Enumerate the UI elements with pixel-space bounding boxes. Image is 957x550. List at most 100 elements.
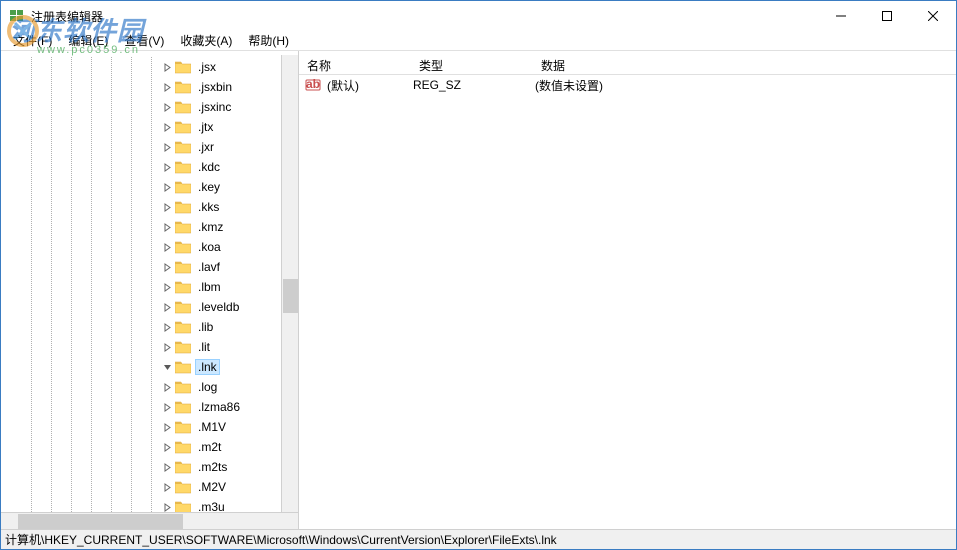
tree-item-label: .kdc xyxy=(195,159,223,175)
tree-item[interactable]: .lit xyxy=(1,337,298,357)
expander-icon[interactable] xyxy=(161,281,173,293)
expander-icon[interactable] xyxy=(161,321,173,333)
expander-icon[interactable] xyxy=(161,181,173,193)
tree-item[interactable]: .lnk xyxy=(1,357,298,377)
tree-item-label: .log xyxy=(195,379,220,395)
tree-item[interactable]: .jxr xyxy=(1,137,298,157)
folder-icon xyxy=(175,480,191,494)
menu-favorites[interactable]: 收藏夹(A) xyxy=(172,30,240,51)
expander-icon[interactable] xyxy=(161,61,173,73)
tree-item-label: .kks xyxy=(195,199,222,215)
tree-item[interactable]: .m3u xyxy=(1,497,298,512)
expander-icon[interactable] xyxy=(161,341,173,353)
tree-item-label: .lavf xyxy=(195,259,223,275)
tree-item[interactable]: .jsxbin xyxy=(1,77,298,97)
column-type[interactable]: 类型 xyxy=(411,55,533,74)
folder-icon xyxy=(175,240,191,254)
folder-icon xyxy=(175,200,191,214)
folder-icon xyxy=(175,420,191,434)
expander-icon[interactable] xyxy=(161,101,173,113)
folder-icon xyxy=(175,440,191,454)
expander-icon[interactable] xyxy=(161,381,173,393)
expander-icon[interactable] xyxy=(161,441,173,453)
scrollbar-thumb[interactable] xyxy=(283,279,298,313)
tree-horizontal-scrollbar[interactable] xyxy=(1,512,298,529)
tree-item-label: .lib xyxy=(195,319,216,335)
statusbar: 计算机\HKEY_CURRENT_USER\SOFTWARE\Microsoft… xyxy=(1,529,956,549)
scrollbar-thumb[interactable] xyxy=(18,514,183,529)
tree-item[interactable]: .key xyxy=(1,177,298,197)
expander-icon[interactable] xyxy=(161,161,173,173)
tree-body[interactable]: .jsx.jsxbin .jsxinc .jtx .jxr .kdc .key .kks .k… xyxy=(1,55,298,512)
tree-item[interactable]: .m2ts xyxy=(1,457,298,477)
tree-item[interactable]: .koa xyxy=(1,237,298,257)
tree-item[interactable]: .lib xyxy=(1,317,298,337)
folder-icon xyxy=(175,320,191,334)
tree-item[interactable]: .jsx xyxy=(1,57,298,77)
expander-icon[interactable] xyxy=(161,301,173,313)
tree-item[interactable]: .kks xyxy=(1,197,298,217)
tree-items: .jsx.jsxbin .jsxinc .jtx .jxr .kdc .key .kks .k… xyxy=(1,57,298,512)
list-row[interactable]: ab(默认)REG_SZ(数值未设置) xyxy=(299,75,956,95)
list-body[interactable]: ab(默认)REG_SZ(数值未设置) xyxy=(299,75,956,529)
tree-item-label: .kmz xyxy=(195,219,226,235)
tree-item[interactable]: .jtx xyxy=(1,117,298,137)
minimize-button[interactable] xyxy=(818,1,864,31)
tree-item[interactable]: .jsxinc xyxy=(1,97,298,117)
svg-text:ab: ab xyxy=(306,77,320,91)
list-header: 名称 类型 数据 xyxy=(299,51,956,75)
menu-view[interactable]: 查看(V) xyxy=(116,30,172,51)
tree-item[interactable]: .kdc xyxy=(1,157,298,177)
expander-icon[interactable] xyxy=(161,481,173,493)
expander-icon[interactable] xyxy=(161,241,173,253)
expander-icon[interactable] xyxy=(161,261,173,273)
status-path: 计算机\HKEY_CURRENT_USER\SOFTWARE\Microsoft… xyxy=(5,531,557,548)
tree-item-label: .jtx xyxy=(195,119,216,135)
menubar: 文件(F) 编辑(E) 查看(V) 收藏夹(A) 帮助(H) xyxy=(1,31,956,51)
expander-icon[interactable] xyxy=(161,201,173,213)
expander-icon[interactable] xyxy=(161,401,173,413)
tree-item[interactable]: .m2t xyxy=(1,437,298,457)
value-data: (数值未设置) xyxy=(533,77,956,94)
folder-icon xyxy=(175,160,191,174)
tree-item-label: .M1V xyxy=(195,419,229,435)
expander-icon[interactable] xyxy=(161,141,173,153)
expander-icon[interactable] xyxy=(161,121,173,133)
folder-icon xyxy=(175,400,191,414)
folder-icon xyxy=(175,340,191,354)
expander-icon[interactable] xyxy=(161,81,173,93)
app-icon xyxy=(9,8,25,24)
tree-item[interactable]: .M1V xyxy=(1,417,298,437)
folder-icon xyxy=(175,260,191,274)
column-name[interactable]: 名称 xyxy=(299,55,411,74)
tree-item-label: .m3u xyxy=(195,499,228,512)
maximize-button[interactable] xyxy=(864,1,910,31)
expander-icon[interactable] xyxy=(161,361,173,373)
expander-icon[interactable] xyxy=(161,461,173,473)
tree-item-label: .lnk xyxy=(195,359,220,375)
folder-icon xyxy=(175,180,191,194)
tree-item[interactable]: .kmz xyxy=(1,217,298,237)
expander-icon[interactable] xyxy=(161,501,173,512)
tree-item-label: .lzma86 xyxy=(195,399,243,415)
tree-item[interactable]: .lzma86 xyxy=(1,397,298,417)
menu-help[interactable]: 帮助(H) xyxy=(240,30,297,51)
folder-icon xyxy=(175,220,191,234)
tree-vertical-scrollbar[interactable] xyxy=(281,55,298,512)
close-button[interactable] xyxy=(910,1,956,31)
tree-item[interactable]: .lavf xyxy=(1,257,298,277)
menu-file[interactable]: 文件(F) xyxy=(5,30,60,51)
expander-icon[interactable] xyxy=(161,421,173,433)
tree-item-label: .m2t xyxy=(195,439,224,455)
tree-item[interactable]: .log xyxy=(1,377,298,397)
tree-item-label: .koa xyxy=(195,239,224,255)
column-data[interactable]: 数据 xyxy=(533,55,956,74)
folder-icon xyxy=(175,380,191,394)
menu-edit[interactable]: 编辑(E) xyxy=(60,30,116,51)
window-title: 注册表编辑器 xyxy=(31,8,818,25)
expander-icon[interactable] xyxy=(161,221,173,233)
tree-item-label: .jsxinc xyxy=(195,99,234,115)
tree-item[interactable]: .lbm xyxy=(1,277,298,297)
tree-item[interactable]: .M2V xyxy=(1,477,298,497)
tree-item[interactable]: .leveldb xyxy=(1,297,298,317)
